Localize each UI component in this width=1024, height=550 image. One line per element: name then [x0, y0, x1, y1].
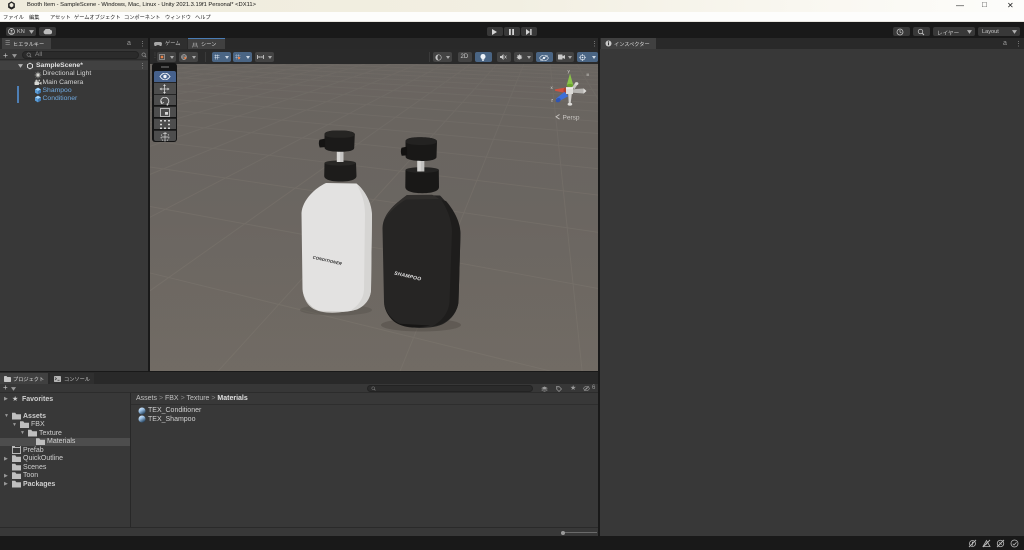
svg-text:Persp: Persp	[563, 115, 580, 122]
